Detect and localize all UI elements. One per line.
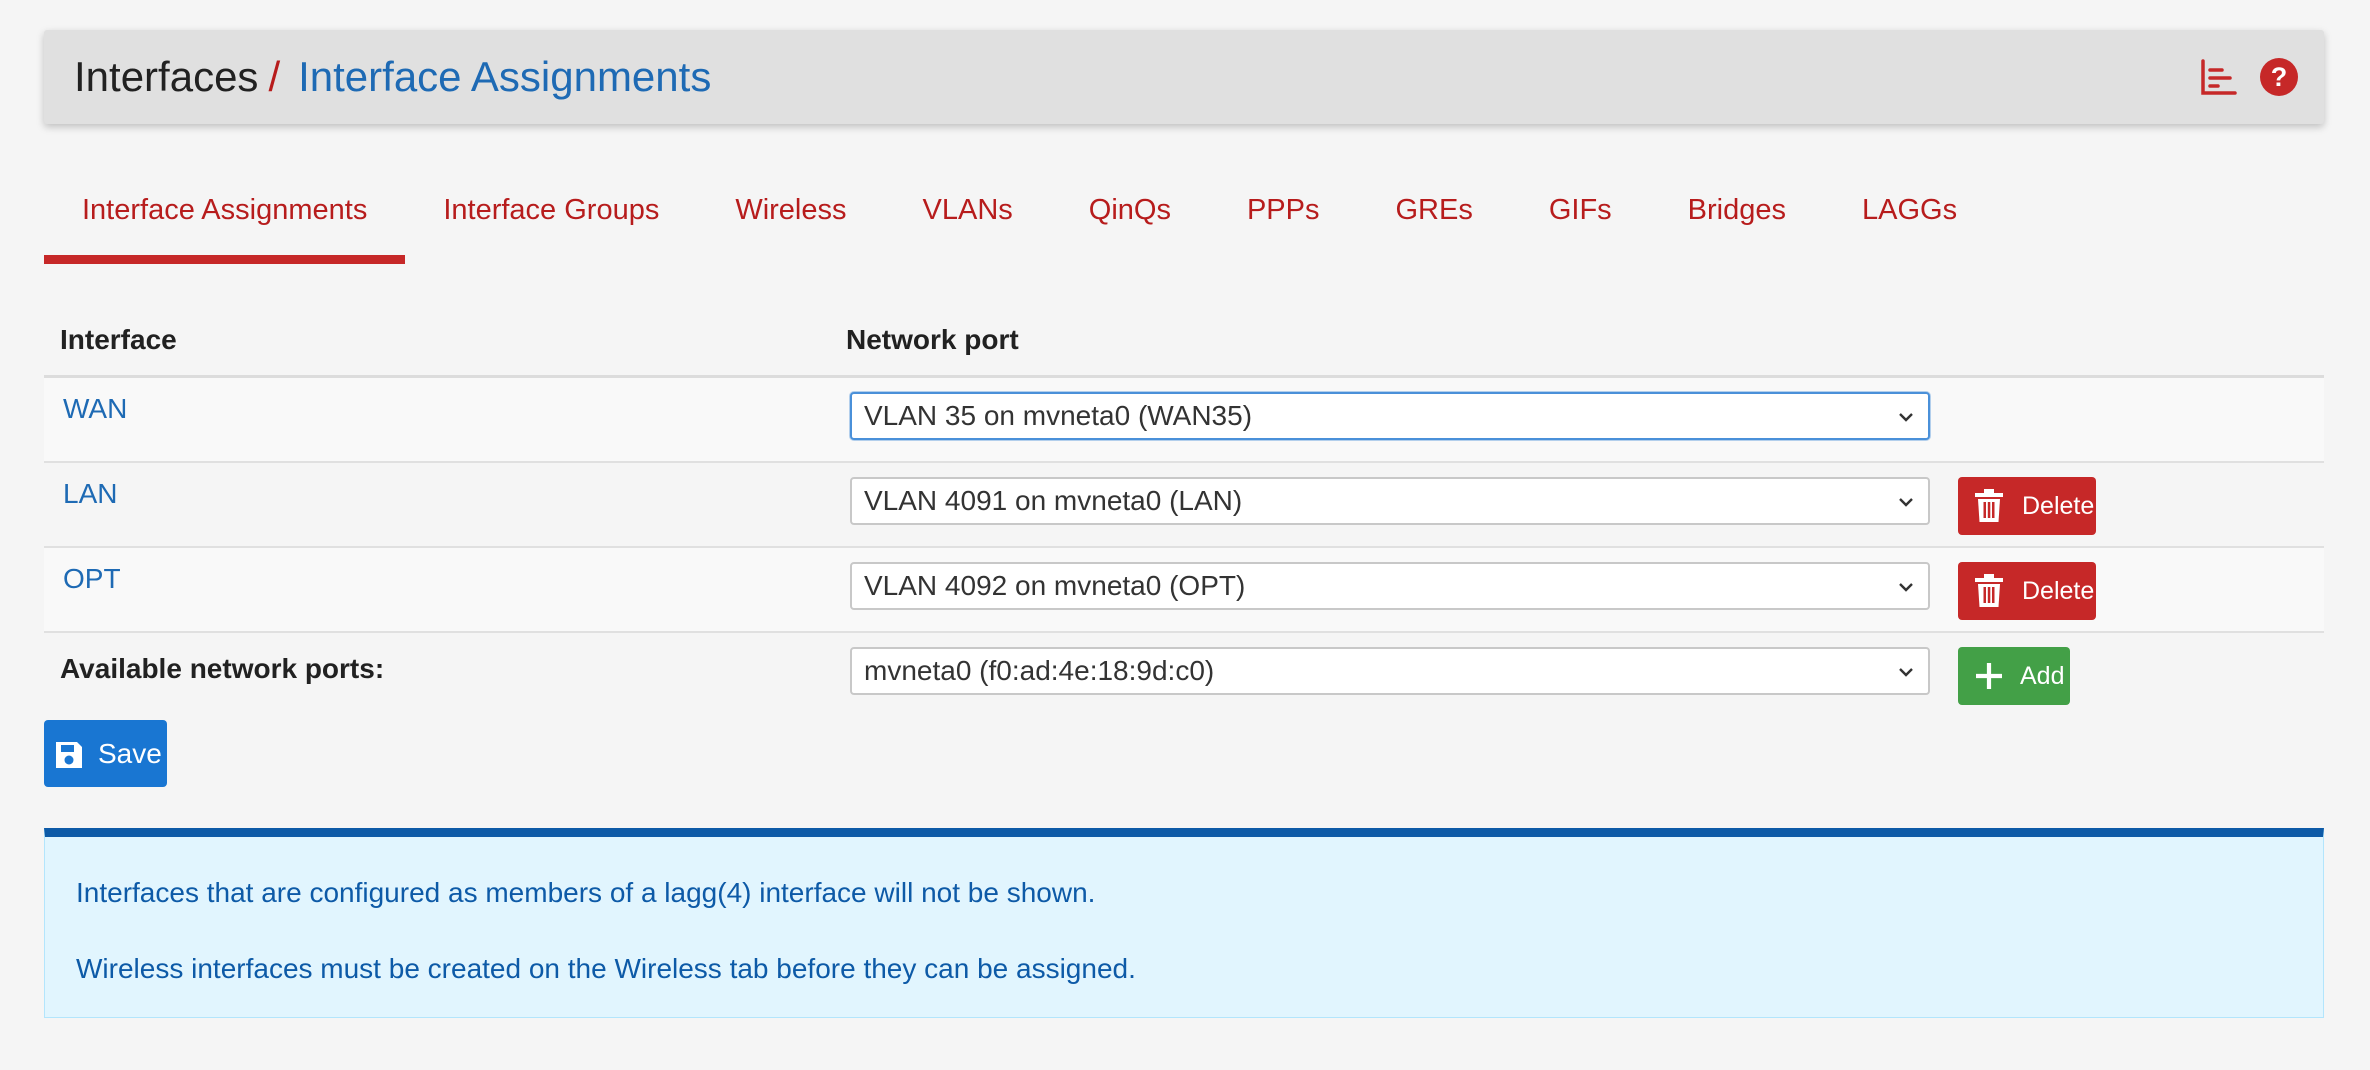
tab-gifs[interactable]: GIFs: [1511, 178, 1650, 264]
interface-link-wan[interactable]: WAN: [63, 393, 127, 425]
trash-icon: [1975, 489, 2003, 522]
chevron-down-icon: [1899, 498, 1913, 507]
delete-opt-button[interactable]: Delete: [1958, 562, 2096, 620]
table-row-opt: OPT VLAN 4092 on mvneta0 (OPT) Delete: [44, 548, 2324, 633]
chart-icon[interactable]: [2200, 58, 2238, 96]
table-row-available-ports: Available network ports: mvneta0 (f0:ad:…: [44, 633, 2324, 718]
available-port-select[interactable]: mvneta0 (f0:ad:4e:18:9d:c0): [850, 647, 1930, 695]
tab-bridges[interactable]: Bridges: [1650, 178, 1824, 264]
tab-ppps[interactable]: PPPs: [1209, 178, 1358, 264]
select-value: VLAN 35 on mvneta0 (WAN35): [864, 400, 1253, 431]
select-value: VLAN 4092 on mvneta0 (OPT): [864, 570, 1246, 601]
tab-wireless[interactable]: Wireless: [697, 178, 884, 264]
network-port-select-opt[interactable]: VLAN 4092 on mvneta0 (OPT): [850, 562, 1930, 610]
table-row-wan: WAN VLAN 35 on mvneta0 (WAN35): [44, 378, 2324, 463]
breadcrumb-root[interactable]: Interfaces: [74, 53, 258, 101]
select-value: VLAN 4091 on mvneta0 (LAN): [864, 485, 1243, 516]
trash-icon: [1975, 574, 2003, 607]
breadcrumb-separator: /: [268, 53, 281, 100]
network-port-select-wan[interactable]: VLAN 35 on mvneta0 (WAN35): [850, 392, 1930, 440]
info-text-wireless: Wireless interfaces must be created on t…: [76, 953, 1136, 984]
tab-vlans[interactable]: VLANs: [885, 178, 1051, 264]
help-icon[interactable]: ?: [2260, 58, 2298, 96]
interface-link-lan[interactable]: LAN: [63, 478, 117, 510]
available-ports-label: Available network ports:: [60, 653, 385, 684]
table-row-lan: LAN VLAN 4091 on mvneta0 (LAN) Delete: [44, 463, 2324, 548]
floppy-disk-icon: [56, 741, 82, 768]
chevron-down-icon: [1899, 668, 1913, 677]
plus-icon: [1976, 663, 2002, 689]
info-text-lagg: Interfaces that are configured as member…: [76, 877, 1096, 908]
delete-label: Delete: [2022, 576, 2095, 605]
breadcrumb-current[interactable]: Interface Assignments: [298, 53, 711, 101]
delete-lan-button[interactable]: Delete: [1958, 477, 2096, 535]
chevron-down-icon: [1899, 413, 1913, 422]
page-header: Interfaces / Interface Assignments ?: [44, 30, 2324, 124]
column-header-network-port: Network port: [846, 324, 1019, 355]
column-header-interface: Interface: [60, 324, 177, 355]
tab-bar: Interface Assignments Interface Groups W…: [44, 178, 1995, 264]
tab-qinqs[interactable]: QinQs: [1051, 178, 1209, 264]
save-button[interactable]: Save: [44, 720, 167, 787]
header-icons: ?: [2200, 58, 2298, 96]
tab-gres[interactable]: GREs: [1357, 178, 1510, 264]
tab-interface-groups[interactable]: Interface Groups: [405, 178, 697, 264]
tab-interface-assignments[interactable]: Interface Assignments: [44, 178, 406, 264]
tab-laggs[interactable]: LAGGs: [1824, 178, 1995, 264]
save-label: Save: [98, 737, 162, 769]
info-box: Interfaces that are configured as member…: [44, 828, 2324, 1018]
network-port-select-lan[interactable]: VLAN 4091 on mvneta0 (LAN): [850, 477, 1930, 525]
add-label: Add: [2020, 661, 2065, 690]
select-value: mvneta0 (f0:ad:4e:18:9d:c0): [864, 655, 1215, 686]
interface-assignment-table: Interface Network port WAN VLAN 35 on mv…: [44, 300, 2324, 718]
delete-label: Delete: [2022, 491, 2095, 520]
page: Interfaces / Interface Assignments ? Int…: [0, 0, 2370, 1070]
interface-link-opt[interactable]: OPT: [63, 563, 121, 595]
chevron-down-icon: [1899, 583, 1913, 592]
add-port-button[interactable]: Add: [1958, 647, 2070, 705]
table-header: Interface Network port: [44, 300, 2324, 378]
